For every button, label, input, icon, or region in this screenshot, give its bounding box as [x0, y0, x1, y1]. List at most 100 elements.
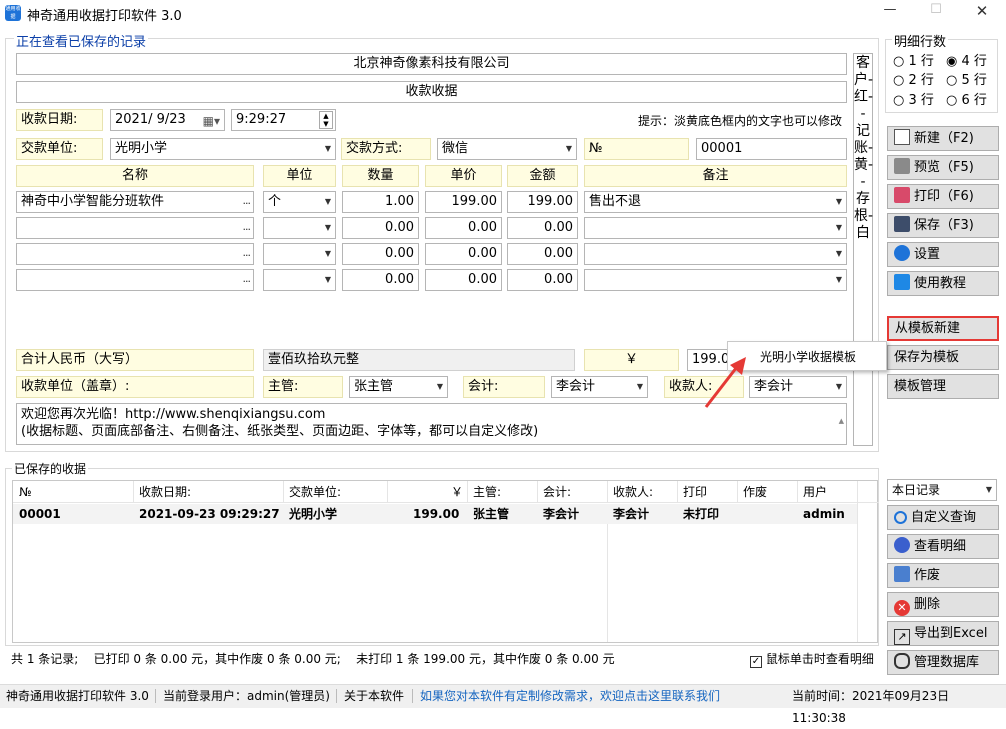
date-label[interactable]: 收款日期: — [16, 109, 103, 131]
item-remark[interactable]: 售出不退 ▼ — [584, 191, 847, 213]
delete-button[interactable]: ✕ 删除 — [887, 592, 999, 617]
item-unit[interactable]: ▼ — [263, 217, 336, 239]
more-icon[interactable]: ... — [243, 192, 251, 211]
column-header[interactable]: 作废 — [743, 481, 767, 503]
item-price[interactable]: 0.00 — [425, 217, 502, 239]
col-unit-header[interactable]: 单位 — [263, 165, 336, 187]
item-amount[interactable]: 0.00 — [507, 217, 578, 239]
item-qty[interactable]: 1.00 — [342, 191, 419, 213]
row-option-5[interactable]: ○ 5 行 — [946, 69, 987, 88]
item-name[interactable]: 神奇中小学智能分班软件... — [16, 191, 254, 213]
manage-db-button[interactable]: 管理数据库 — [887, 650, 999, 675]
calendar-icon[interactable]: ▦▾ — [203, 111, 220, 130]
column-header[interactable]: 用户 — [803, 481, 827, 503]
records-filter-select[interactable]: 本日记录 ▼ — [887, 479, 997, 501]
export-excel-button[interactable]: ↗ 导出到Excel — [887, 621, 999, 646]
payer-select[interactable]: 光明小学 ▼ — [110, 138, 336, 160]
settings-button[interactable]: 设置 — [887, 242, 999, 267]
col-price-header[interactable]: 单价 — [425, 165, 502, 187]
number-label[interactable]: № — [584, 138, 689, 160]
scroll-arrows[interactable]: ▲ — [839, 406, 844, 436]
item-price[interactable]: 199.00 — [425, 191, 502, 213]
supervisor-label[interactable]: 主管: — [263, 376, 343, 398]
item-amount[interactable]: 199.00 — [507, 191, 578, 213]
from-template-button[interactable]: 从模板新建 — [887, 316, 999, 341]
payee-select[interactable]: 李会计 ▼ — [749, 376, 847, 398]
item-amount[interactable]: 0.00 — [507, 269, 578, 291]
table-row[interactable]: 00001 2021-09-23 09:29:27 光明小学 199.00 张主… — [13, 504, 857, 524]
custom-query-button[interactable]: 自定义查询 — [887, 505, 999, 530]
row-option-1[interactable]: ○ 1 行 — [893, 50, 934, 69]
row-option-2[interactable]: ○ 2 行 — [893, 69, 934, 88]
unit-seal-label[interactable]: 收款单位（盖章）: — [16, 376, 254, 398]
col-qty-header[interactable]: 数量 — [342, 165, 419, 187]
supervisor-select[interactable]: 张主管 ▼ — [349, 376, 448, 398]
more-icon[interactable]: ... — [243, 244, 251, 263]
item-amount[interactable]: 0.00 — [507, 243, 578, 265]
button-label: 作废 — [914, 568, 941, 583]
minimize-button[interactable]: — — [870, 2, 910, 26]
time-picker[interactable]: 9:29:27 ▲ ▼ — [231, 109, 336, 131]
column-header[interactable]: № — [19, 481, 31, 503]
item-qty[interactable]: 0.00 — [342, 243, 419, 265]
item-remark[interactable]: ▼ — [584, 217, 847, 239]
row-option-4[interactable]: ◉ 4 行 — [946, 50, 987, 69]
item-unit[interactable]: ▼ — [263, 243, 336, 265]
about-link[interactable]: 关于本软件 — [344, 685, 404, 707]
column-header[interactable]: 收款日期: — [139, 481, 191, 503]
column-header[interactable]: 主管: — [473, 481, 501, 503]
payer-label[interactable]: 交款单位: — [16, 138, 103, 160]
accountant-select[interactable]: 李会计 ▼ — [551, 376, 648, 398]
more-icon[interactable]: ... — [243, 270, 251, 289]
new-button[interactable]: 新建（F2) — [887, 126, 999, 151]
maximize-button[interactable]: ☐ — [916, 2, 956, 26]
item-remark[interactable]: ▼ — [584, 269, 847, 291]
number-field[interactable]: 00001 — [696, 138, 847, 160]
spinner-icon[interactable]: ▲ ▼ — [319, 111, 333, 129]
item-unit[interactable]: 个 ▼ — [263, 191, 336, 213]
column-header[interactable]: 交款单位: — [289, 481, 341, 503]
company-field[interactable]: 北京神奇像素科技有限公司 — [16, 53, 847, 75]
item-qty[interactable]: 0.00 — [342, 269, 419, 291]
item-remark[interactable]: ▼ — [584, 243, 847, 265]
column-header[interactable]: 会计: — [543, 481, 571, 503]
column-header[interactable]: 打印 — [683, 481, 707, 503]
col-name-header[interactable]: 名称 — [16, 165, 254, 187]
item-name[interactable]: ... — [16, 269, 254, 291]
item-name[interactable]: ... — [16, 217, 254, 239]
print-button[interactable]: 打印（F6) — [887, 184, 999, 209]
detail-checkbox[interactable]: ✓ 鼠标单击时查看明细 — [750, 650, 874, 668]
col-remark-header[interactable]: 备注 — [584, 165, 847, 187]
button-label: 查看明细 — [914, 539, 967, 554]
row-option-6[interactable]: ○ 6 行 — [946, 89, 987, 108]
save-template-button[interactable]: 保存为模板 — [887, 345, 999, 370]
view-detail-button[interactable]: 查看明细 — [887, 534, 999, 559]
template-menu-item[interactable]: 光明小学收据模板 — [760, 348, 856, 365]
contact-link[interactable]: 如果您对本软件有定制修改需求，欢迎点击这里联系我们 — [420, 685, 720, 707]
preview-button[interactable]: 预览（F5) — [887, 155, 999, 180]
item-name[interactable]: ... — [16, 243, 254, 265]
save-button[interactable]: 保存（F3) — [887, 213, 999, 238]
column-header[interactable]: ￥ — [451, 481, 463, 503]
column-header[interactable]: 收款人: — [613, 481, 653, 503]
item-price[interactable]: 0.00 — [425, 269, 502, 291]
item-price[interactable]: 0.00 — [425, 243, 502, 265]
cell-supervisor: 张主管 — [473, 507, 510, 521]
item-qty[interactable]: 0.00 — [342, 217, 419, 239]
close-button[interactable]: ✕ — [962, 2, 1002, 26]
payment-select[interactable]: 微信 ▼ — [437, 138, 577, 160]
date-picker[interactable]: 2021/ 9/23 ▦▾ — [110, 109, 225, 131]
payment-label[interactable]: 交款方式: — [341, 138, 431, 160]
row-option-3[interactable]: ○ 3 行 — [893, 89, 934, 108]
accountant-label[interactable]: 会计: — [463, 376, 545, 398]
manage-template-button[interactable]: 模板管理 — [887, 374, 999, 399]
more-icon[interactable]: ... — [243, 218, 251, 237]
total-label[interactable]: 合计人民币（大写） — [16, 349, 254, 371]
side-note[interactable]: 客户-红--记账-黄--存根-白 — [853, 53, 873, 446]
item-unit[interactable]: ▼ — [263, 269, 336, 291]
doc-title-field[interactable]: 收款收据 — [16, 81, 847, 103]
tutorial-button[interactable]: 使用教程 — [887, 271, 999, 296]
void-button[interactable]: 作废 — [887, 563, 999, 588]
col-amount-header[interactable]: 金额 — [507, 165, 578, 187]
currency-label[interactable]: ￥ — [584, 349, 679, 371]
